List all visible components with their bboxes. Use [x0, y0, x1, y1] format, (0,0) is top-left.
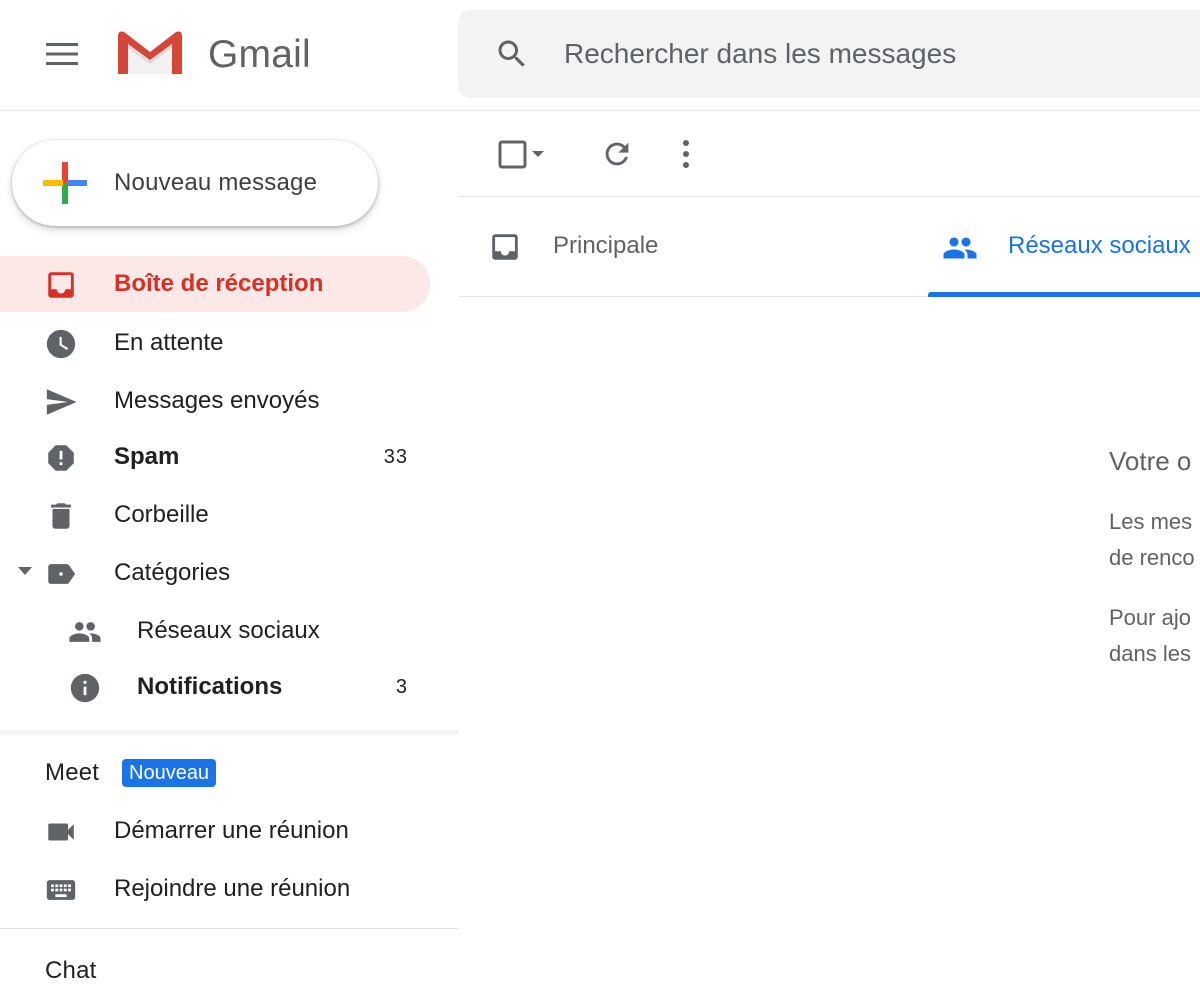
tab-label: Réseaux sociaux — [1008, 232, 1191, 259]
hamburger-menu-icon — [46, 43, 78, 65]
sidebar-item-spam[interactable]: Spam 33 — [0, 429, 430, 485]
empty-state-line: Les mes — [1109, 509, 1193, 534]
tab-primary[interactable]: Principale — [458, 197, 928, 297]
inbox-icon — [492, 234, 518, 260]
sidebar-item-label: Réseaux sociaux — [137, 617, 320, 644]
meet-section-title: Meet — [45, 759, 100, 786]
sidebar-item-label: Spam — [114, 443, 180, 470]
select-all-checkbox[interactable] — [486, 131, 556, 177]
sidebar-item-label: Catégories — [114, 559, 231, 586]
send-icon — [46, 389, 77, 415]
tab-social[interactable]: Réseaux sociaux — [928, 197, 1200, 297]
empty-state: Votre o Les mes de renco Pour ajo dans l… — [1109, 440, 1200, 672]
sidebar-item-categories[interactable]: Catégories — [0, 545, 430, 601]
video-icon — [48, 823, 74, 841]
chat-section-title: Chat — [45, 957, 97, 984]
compose-plus-icon — [43, 162, 87, 204]
main-menu-button[interactable] — [34, 25, 92, 83]
inbox-tabs: Principale Réseaux sociaux — [458, 197, 1200, 297]
search-bar[interactable] — [458, 10, 1200, 98]
join-meeting-item[interactable]: Rejoindre une réunion — [0, 861, 458, 917]
sidebar-divider — [0, 731, 458, 737]
compose-label: Nouveau message — [114, 169, 318, 196]
sidebar-item-snoozed[interactable]: En attente — [0, 315, 430, 371]
trash-icon — [51, 503, 71, 529]
gmail-logo[interactable] — [116, 28, 184, 78]
people-icon — [943, 237, 977, 259]
refresh-button[interactable] — [594, 131, 640, 177]
empty-state-line: Pour ajo — [1109, 605, 1191, 630]
search-icon[interactable] — [494, 36, 530, 72]
section-divider — [0, 928, 458, 929]
keyboard-icon — [46, 880, 76, 900]
empty-state-line: dans les — [1109, 641, 1191, 666]
clock-icon — [46, 329, 76, 359]
spam-icon — [48, 445, 74, 471]
sidebar-item-social[interactable]: Réseaux sociaux — [0, 603, 430, 659]
sidebar-item-trash[interactable]: Corbeille — [0, 487, 430, 543]
sidebar-item-label: Notifications — [137, 673, 283, 700]
active-tab-indicator — [928, 292, 1200, 297]
sidebar-item-label: Boîte de réception — [114, 270, 324, 297]
start-meeting-item[interactable]: Démarrer une réunion — [0, 803, 458, 859]
tab-label: Principale — [553, 232, 659, 259]
compose-button[interactable]: Nouveau message — [12, 140, 378, 226]
checkbox-icon — [498, 140, 527, 169]
inbox-icon — [48, 272, 74, 298]
sidebar-item-notifications[interactable]: Notifications 3 — [0, 659, 430, 715]
people-icon — [69, 622, 101, 642]
unread-count: 3 — [395, 676, 408, 698]
message-toolbar — [458, 111, 1200, 197]
sidebar-item-sent[interactable]: Messages envoyés — [0, 373, 430, 429]
info-icon — [70, 673, 100, 703]
more-vert-icon — [683, 140, 689, 168]
sidebar-item-inbox[interactable]: Boîte de réception — [0, 256, 430, 312]
empty-state-title: Votre o — [1109, 446, 1192, 476]
empty-state-line: de renco — [1109, 545, 1195, 570]
header: Gmail — [0, 0, 1200, 111]
meet-item-label: Démarrer une réunion — [114, 817, 349, 844]
gmail-wordmark: Gmail — [208, 33, 311, 76]
sidebar-item-label: En attente — [114, 329, 224, 356]
more-options-button[interactable] — [670, 131, 702, 177]
sidebar: Nouveau message Boîte de réception En at… — [0, 111, 458, 998]
expand-arrow-icon[interactable] — [18, 566, 32, 576]
unread-count: 33 — [383, 446, 408, 468]
meet-item-label: Rejoindre une réunion — [114, 875, 351, 902]
label-icon — [48, 564, 76, 584]
chevron-down-icon — [532, 151, 544, 157]
search-input[interactable] — [562, 10, 1182, 98]
refresh-icon — [605, 142, 629, 166]
new-badge: Nouveau — [122, 759, 217, 787]
sidebar-item-label: Messages envoyés — [114, 387, 320, 414]
sidebar-item-label: Corbeille — [114, 501, 209, 528]
